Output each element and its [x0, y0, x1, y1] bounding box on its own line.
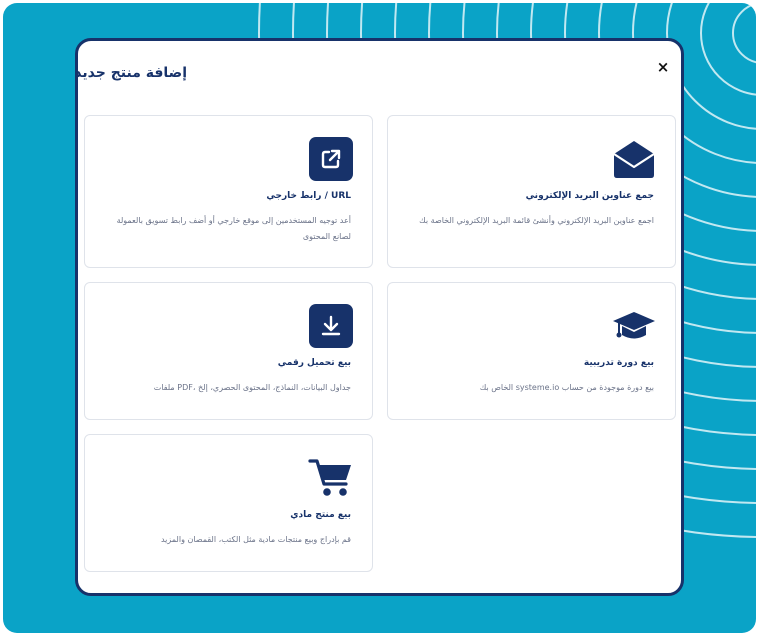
card-title: بيع تحميل رقمي: [277, 358, 351, 368]
modal-title: إضافة منتج جديد: [74, 65, 187, 81]
card-title: جمع عناوين البريد الإلكتروني: [525, 191, 654, 201]
external-link-icon: [307, 136, 355, 182]
envelope-icon: [610, 136, 658, 182]
card-sell-physical-product[interactable]: بيع منتج مادي قم بإدراج وبيع منتجات مادي…: [84, 434, 373, 572]
card-description: أعد توجيه المستخدمين إلى موقع خارجي أو أ…: [116, 216, 351, 241]
card-collect-emails[interactable]: جمع عناوين البريد الإلكتروني اجمع عناوين…: [387, 115, 676, 268]
card-description: اجمع عناوين البريد الإلكتروني وأنشئ قائم…: [419, 216, 654, 225]
card-title: بيع منتج مادي: [290, 510, 351, 520]
card-description: جداول البيانات، النماذج، المحتوى الحصري،…: [153, 383, 351, 392]
graduation-cap-icon: [610, 303, 658, 349]
card-sell-course[interactable]: بيع دورة تدريبية بيع دورة موجودة من حساب…: [387, 282, 676, 420]
card-description: قم بإدراج وبيع منتجات مادية مثل الكتب، ا…: [160, 535, 351, 544]
download-icon: [307, 303, 355, 349]
card-title: بيع دورة تدريبية: [583, 358, 654, 368]
card-sell-digital-download[interactable]: بيع تحميل رقمي جداول البيانات، النماذج، …: [84, 282, 373, 420]
add-product-modal: إضافة منتج جديد × جمع عناوين البريد الإل…: [74, 38, 684, 596]
shopping-cart-icon: [307, 455, 355, 501]
close-button[interactable]: ×: [655, 59, 671, 75]
card-description: بيع دورة موجودة من حساب systeme.io الخاص…: [479, 383, 654, 392]
card-title: URL / رابط خارجي: [266, 191, 351, 201]
card-external-url[interactable]: URL / رابط خارجي أعد توجيه المستخدمين إل…: [84, 115, 373, 268]
